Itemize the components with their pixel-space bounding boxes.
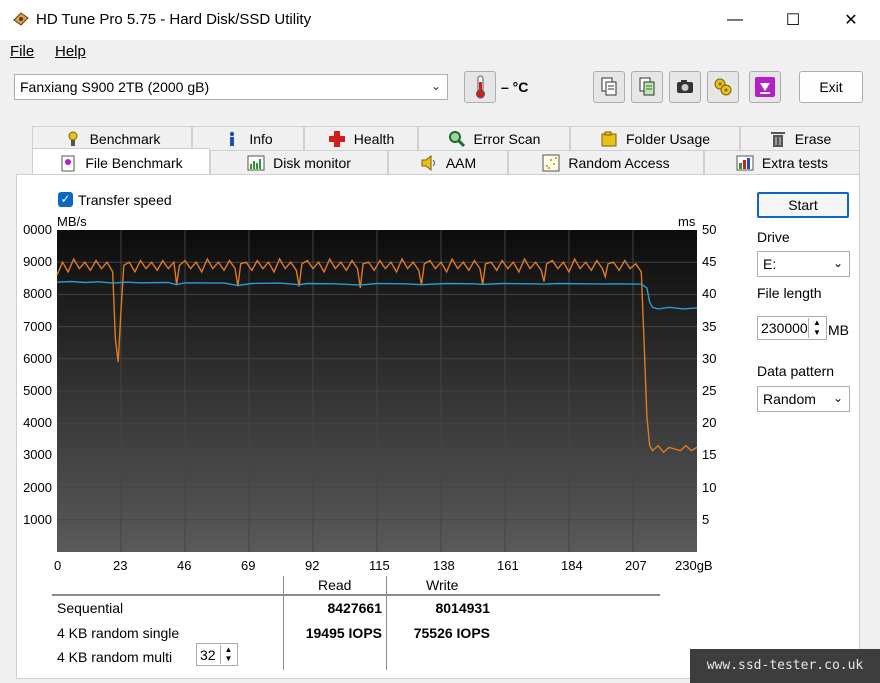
data-pattern-value: Random (763, 391, 816, 407)
results-header-line (52, 594, 660, 596)
x-tick-label: 184 (561, 558, 583, 573)
x-tick-label: 161 (497, 558, 519, 573)
result-read-value: 19495 IOPS (305, 625, 382, 641)
x-tick-label: 115 (369, 558, 390, 573)
result-row-label: 4 KB random single (57, 625, 180, 641)
y-tick-label: 9000 (23, 254, 52, 270)
y-tick-label: 4000 (23, 415, 52, 431)
file-length-spinner[interactable]: ▲ ▼ (808, 318, 825, 338)
result-write-value: 8014931 (435, 600, 490, 616)
watermark: www.ssd-tester.co.uk (690, 649, 880, 683)
x-tick-label: 46 (177, 558, 192, 573)
y-tick-label: 3000 (23, 447, 52, 463)
start-button[interactable]: Start (757, 192, 849, 218)
y2-tick-label: 40 (702, 286, 717, 302)
y2-tick-label: 15 (702, 447, 717, 463)
data-pattern-combo[interactable]: Random ⌄ (757, 386, 850, 412)
results-col-write: Write (426, 577, 459, 593)
drive-combo-value: E: (763, 256, 777, 272)
file-length-unit: MB (828, 322, 849, 338)
chevron-down-icon: ⌄ (832, 256, 843, 270)
y2-tick-label: 50 (702, 222, 717, 237)
y2-tick-label: 45 (702, 254, 717, 270)
x-tick-label: 207 (625, 558, 647, 573)
queue-depth-input[interactable]: 32 ▲ ▼ (196, 643, 238, 666)
file-length-input[interactable]: 230000 ▲ ▼ (757, 316, 827, 340)
y-tick-label: 2000 (23, 479, 52, 495)
y2-tick-label: 35 (702, 318, 717, 334)
data-pattern-label: Data pattern (757, 363, 835, 379)
results-col-read: Read (318, 577, 352, 593)
result-write-value: 75526 IOPS (413, 625, 490, 641)
chevron-down-icon: ⌄ (832, 391, 843, 405)
drive-combo[interactable]: E: ⌄ (757, 251, 850, 277)
x-tick-label: 23 (113, 558, 128, 573)
y-tick-label: 7000 (23, 318, 52, 334)
file-length-label: File length (757, 285, 822, 301)
y2-tick-label: 20 (702, 415, 717, 431)
results-divider (283, 576, 284, 670)
queue-depth-spinner[interactable]: ▲ ▼ (220, 645, 236, 664)
y2-tick-label: 25 (702, 383, 717, 398)
y2-tick-label: 30 (702, 350, 717, 366)
result-row-label: 4 KB random multi (57, 649, 173, 665)
queue-depth-value: 32 (200, 647, 216, 663)
y2-tick-label: 5 (702, 511, 710, 527)
result-read-value: 8427661 (327, 600, 382, 616)
x-tick-label: 92 (305, 558, 320, 573)
y-tick-label: 6000 (23, 350, 52, 366)
results-divider (386, 576, 387, 670)
result-row-label: Sequential (57, 600, 124, 616)
x-tick-label: 230gB (675, 558, 713, 573)
drive-label: Drive (757, 229, 790, 245)
y-tick-label: 8000 (23, 286, 52, 302)
y-tick-label: 5000 (23, 383, 52, 398)
y2-tick-label: 10 (702, 479, 717, 495)
y-tick-label: 1000 (23, 511, 52, 527)
y-tick-label: 0000 (23, 222, 52, 237)
file-length-value: 230000 (761, 320, 807, 336)
x-tick-label: 138 (433, 558, 455, 573)
x-tick-label: 0 (54, 558, 62, 573)
x-tick-label: 69 (241, 558, 256, 573)
